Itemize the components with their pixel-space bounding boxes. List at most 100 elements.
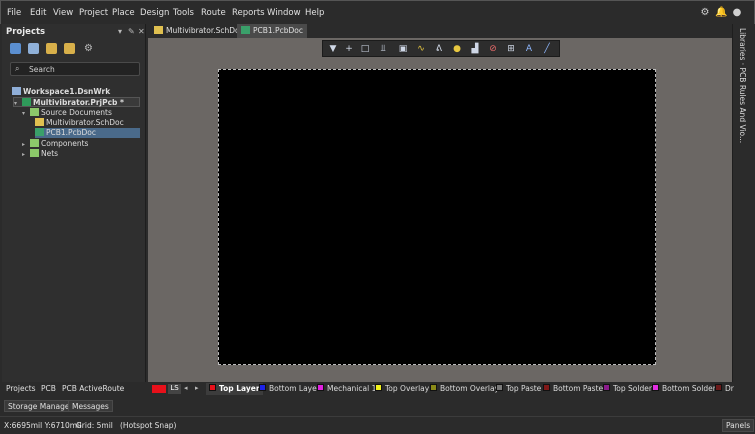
layer-tab[interactable]: Bottom Paste <box>540 383 606 395</box>
cursor-coordinates: X:6695mil Y:6710mil <box>4 421 82 430</box>
layer-tab[interactable]: Bottom Solder <box>649 383 719 395</box>
polygon-icon[interactable]: ▟ <box>469 43 481 55</box>
tree-item-nets[interactable]: ▸ Nets <box>22 149 58 159</box>
menu-design[interactable]: Design <box>140 8 169 18</box>
menu-place[interactable]: Place <box>112 8 135 18</box>
tree-item-project[interactable]: ▾ Multivibrator.PrjPcb * <box>13 97 140 107</box>
layer-tab[interactable]: Mechanical 1 <box>314 383 379 395</box>
tab-pcb-activeroute[interactable]: PCB ActiveRoute <box>62 384 124 393</box>
menu-bar: File Edit View Project Place Design Tool… <box>0 0 755 24</box>
menu-tools[interactable]: Tools <box>173 8 194 18</box>
text-icon[interactable]: A <box>523 43 535 55</box>
layer-tab[interactable]: Bottom Overlay <box>427 383 502 395</box>
layer-color-swatch <box>430 384 437 391</box>
menu-project[interactable]: Project <box>79 8 108 18</box>
tree-item-source-documents[interactable]: ▾ Source Documents <box>22 108 112 118</box>
close-icon[interactable]: ✕ <box>138 27 145 36</box>
cross-select-icon[interactable]: + <box>343 43 355 55</box>
open-document-icon[interactable] <box>28 43 39 54</box>
diff-pair-icon[interactable]: ᕕ <box>433 43 445 55</box>
layer-color-swatch <box>317 384 324 391</box>
menu-edit[interactable]: Edit <box>30 8 46 18</box>
align-icon[interactable]: ⫫ <box>377 43 389 55</box>
layer-color-swatch <box>375 384 382 391</box>
tree-item-schdoc[interactable]: Multivibrator.SchDoc <box>35 118 124 128</box>
projects-panel-title: Projects <box>6 27 46 37</box>
menu-route[interactable]: Route <box>201 8 226 18</box>
tree-item-pcbdoc[interactable]: PCB1.PcbDoc <box>35 128 140 138</box>
settings-icon[interactable]: ⚙ <box>699 7 711 19</box>
menu-view[interactable]: View <box>53 8 73 18</box>
tree-item-workspace[interactable]: Workspace1.DsnWrk <box>12 87 110 97</box>
via-icon[interactable]: ● <box>451 43 463 55</box>
menu-file[interactable]: File <box>7 8 21 18</box>
notifications-icon[interactable]: 🔔 <box>715 7 727 19</box>
layer-color-swatch <box>209 384 216 391</box>
pcb-doc-icon <box>241 26 250 34</box>
search-placeholder: Search <box>29 65 55 74</box>
pcb-work-area[interactable]: ▼ + □ ⫫ ▣ ∿ ᕕ ● ▟ ⊘ ⊞ A ╱ <box>148 38 732 382</box>
panels-button[interactable]: Panels <box>722 419 755 432</box>
component-icon[interactable]: ▣ <box>397 43 409 55</box>
layer-tab[interactable]: Dr <box>712 383 737 395</box>
project-icon <box>22 98 31 106</box>
save-icon[interactable] <box>10 43 21 54</box>
status-bar: X:6695mil Y:6710mil Grid: 5mil (Hotspot … <box>0 416 755 434</box>
select-rect-icon[interactable]: □ <box>359 43 371 55</box>
pcb-doc-icon <box>35 128 44 136</box>
panel-menu-icon[interactable]: ▾ <box>118 27 122 36</box>
workspace-icon <box>12 87 21 95</box>
layer-color-swatch <box>652 384 659 391</box>
layer-tab[interactable]: Top Overlay <box>372 383 432 395</box>
dimension-icon[interactable]: ⊞ <box>505 43 517 55</box>
gear-icon[interactable]: ⚙ <box>84 43 95 54</box>
layer-color-swatch <box>603 384 610 391</box>
document-tabs: Multivibrator.SchDoc PCB1.PcbDoc <box>148 24 755 38</box>
pin-icon[interactable]: ✎ <box>128 27 135 36</box>
expand-arrow-icon[interactable]: ▸ <box>22 141 30 148</box>
tab-pcbdoc[interactable]: PCB1.PcbDoc <box>237 24 307 38</box>
layer-tab[interactable]: Top Solder <box>600 383 655 395</box>
layer-color-swatch <box>496 384 503 391</box>
layer-tab[interactable]: Bottom Layer <box>256 383 323 395</box>
layer-color-swatch <box>715 384 722 391</box>
folder-icon <box>30 149 39 157</box>
expand-arrow-icon[interactable]: ▸ <box>22 151 30 158</box>
folder-icon[interactable] <box>64 43 75 54</box>
tab-messages[interactable]: Messages <box>68 400 113 412</box>
scroll-left-icon[interactable]: ◂ <box>184 384 188 392</box>
interactive-route-icon[interactable]: ∿ <box>415 43 427 55</box>
folder-icon <box>30 139 39 147</box>
menu-help[interactable]: Help <box>305 8 324 18</box>
bottom-panel-tabs: Storage Manager Messages <box>0 398 755 414</box>
layer-tab[interactable]: Top Layer <box>206 383 263 395</box>
layer-color-swatch <box>259 384 266 391</box>
collapsed-panels-strip[interactable]: Libraries · PCB Rules And Vio... <box>732 24 755 382</box>
grid-size: Grid: 5mil <box>76 421 113 430</box>
user-icon[interactable]: ● <box>731 7 743 19</box>
tab-storage-manager[interactable]: Storage Manager <box>4 400 77 412</box>
line-icon[interactable]: ╱ <box>541 43 553 55</box>
tab-schdoc[interactable]: Multivibrator.SchDoc <box>150 24 248 38</box>
menu-window[interactable]: Window <box>267 8 301 18</box>
layer-set-button[interactable]: LS <box>168 384 181 394</box>
pcb-board[interactable] <box>218 69 656 365</box>
open-project-icon[interactable] <box>46 43 57 54</box>
scroll-right-icon[interactable]: ▸ <box>195 384 199 392</box>
current-layer-swatch[interactable] <box>152 385 166 393</box>
snap-mode: (Hotspot Snap) <box>120 421 177 430</box>
tree-item-components[interactable]: ▸ Components <box>22 139 88 149</box>
menu-reports[interactable]: Reports <box>232 8 265 18</box>
collapsed-panels-label[interactable]: Libraries · PCB Rules And Vio... <box>738 28 747 143</box>
projects-toolbar: ⚙ <box>2 40 146 58</box>
keepout-icon[interactable]: ⊘ <box>487 43 499 55</box>
tab-projects[interactable]: Projects <box>6 384 36 393</box>
search-input[interactable]: ⌕ Search <box>10 62 140 76</box>
collapse-arrow-icon[interactable]: ▾ <box>22 110 30 117</box>
tab-pcb[interactable]: PCB <box>41 384 56 393</box>
layer-tab[interactable]: Top Paste <box>493 383 544 395</box>
filter-icon[interactable]: ▼ <box>327 43 339 55</box>
folder-icon <box>30 108 39 116</box>
panel-tabs: Projects PCB PCB ActiveRoute <box>2 382 146 396</box>
collapse-arrow-icon[interactable]: ▾ <box>14 100 22 107</box>
